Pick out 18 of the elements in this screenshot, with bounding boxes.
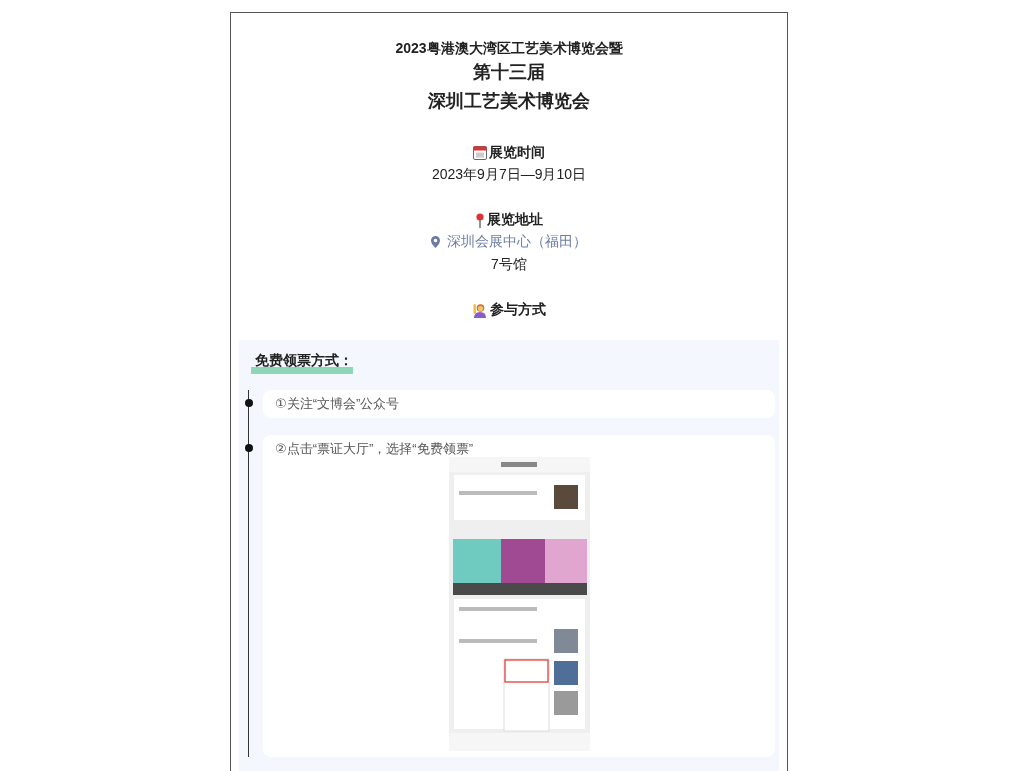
- info-text: 2023年9月7日—9月10日: [431, 165, 587, 184]
- calendar-icon: [473, 146, 487, 160]
- info-text: 7号馆: [491, 255, 527, 274]
- panel-heading: 免费领票方式：: [255, 352, 353, 368]
- timeline-dot: [245, 399, 253, 407]
- step-text: ②点击“票证大厅”，选择“免费领票”: [275, 441, 474, 457]
- pushpin-icon: [475, 212, 485, 228]
- event-title: 第十三届: [473, 61, 545, 84]
- event-title: 深圳工艺美术博览会: [428, 90, 590, 113]
- section-heading: 展览时间: [489, 144, 545, 162]
- section-heading: 参与方式: [490, 301, 546, 319]
- section-heading: 展览地址: [487, 211, 543, 229]
- location-link[interactable]: 深圳会展中心（福田）: [447, 230, 587, 253]
- event-subtitle: 2023粤港澳大湾区工艺美术博览会暨: [395, 39, 623, 58]
- person-raising-hand-icon: [472, 302, 488, 318]
- step-text: ①关注“文博会”公众号: [275, 396, 401, 412]
- timeline-dot: [245, 444, 253, 452]
- location-pin-icon: [431, 235, 440, 248]
